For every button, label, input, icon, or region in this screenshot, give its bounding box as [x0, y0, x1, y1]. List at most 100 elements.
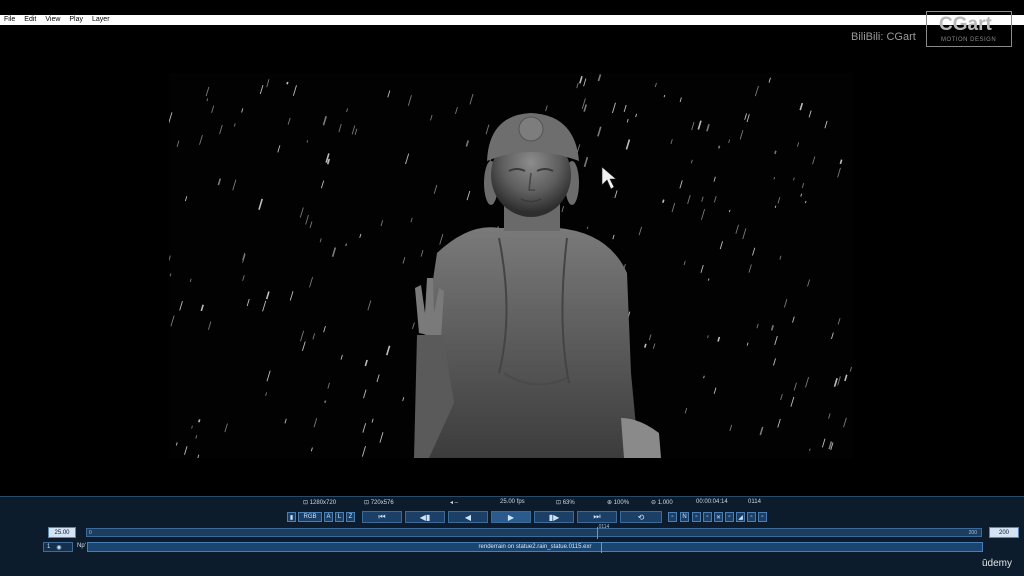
view-option-1-icon[interactable]: ▫: [668, 512, 677, 522]
rain-streak: [367, 300, 372, 311]
menu-layer[interactable]: Layer: [92, 15, 110, 25]
image-viewer[interactable]: [169, 73, 853, 458]
channel-l-button[interactable]: L: [335, 512, 344, 522]
rain-streak: [292, 85, 297, 96]
rain-streak: [746, 342, 749, 346]
view-option-8-icon[interactable]: ▫: [747, 512, 756, 522]
rain-streak: [301, 341, 306, 351]
rain-streak: [697, 120, 702, 130]
rain-streak: [363, 389, 367, 399]
layer-clip[interactable]: renderrain on statue2.rain_statue.0115.e…: [87, 542, 983, 553]
rain-streak: [189, 278, 192, 283]
rain-streak: [849, 366, 852, 372]
layer-np-label: Np': [77, 543, 86, 549]
player-panel: ⊡ 1280x720 ⊡ 720x576 ◂ ‒ 25.00 fps ⊡ 63%…: [0, 496, 1024, 576]
layer-row: 1 ◉ Np' renderrain on statue2.rain_statu…: [0, 542, 1024, 553]
rain-streak: [690, 159, 693, 164]
rain-streak: [837, 318, 841, 325]
rain-streak: [654, 82, 657, 88]
rain-streak: [184, 196, 188, 202]
rain-streak: [380, 220, 384, 227]
view-option-2-icon[interactable]: N: [680, 512, 689, 522]
rain-streak: [729, 424, 733, 431]
rain-streak: [614, 190, 618, 199]
rain-streak: [808, 110, 812, 118]
rain-streak: [198, 419, 201, 423]
rain-streak: [319, 238, 322, 243]
rain-streak: [266, 79, 270, 88]
layer-index[interactable]: 1 ◉: [43, 542, 73, 552]
rain-streak: [663, 94, 666, 98]
rain-streak: [717, 145, 721, 149]
timeline-track[interactable]: 0 200 0114: [86, 524, 982, 539]
rain-streak: [728, 139, 731, 144]
view-option-4-icon[interactable]: ▫: [703, 512, 712, 522]
rain-streak: [466, 190, 471, 201]
eye-icon[interactable]: ◉: [56, 544, 61, 551]
rain-streak: [796, 142, 800, 147]
rain-streak: [207, 321, 212, 330]
rain-streak: [684, 407, 688, 414]
rain-streak: [387, 90, 391, 98]
view-option-3-icon[interactable]: ▫: [692, 512, 701, 522]
channel-toggle-icon[interactable]: ▮: [287, 512, 296, 522]
rain-streak: [331, 247, 337, 257]
view-option-7-icon[interactable]: ◢: [736, 512, 745, 522]
rain-streak: [233, 123, 236, 127]
menu-play[interactable]: Play: [69, 15, 83, 25]
rain-streak: [691, 121, 695, 131]
loop-button[interactable]: ⟲: [620, 511, 662, 523]
rain-streak: [305, 214, 309, 225]
rain-streak: [742, 228, 747, 240]
first-frame-button[interactable]: ⏮: [362, 511, 402, 523]
view-option-6-icon[interactable]: ▫: [725, 512, 734, 522]
menu-edit[interactable]: Edit: [24, 15, 36, 25]
channel-rgb-button[interactable]: RGB: [298, 512, 322, 522]
rain-streak: [837, 167, 841, 178]
rain-streak: [774, 150, 777, 155]
rain-streak: [289, 291, 294, 301]
menu-file[interactable]: File: [4, 15, 15, 25]
channel-z-button[interactable]: Z: [346, 512, 355, 522]
udemy-logo: ūdemy: [982, 558, 1013, 569]
rain-streak: [179, 300, 183, 311]
menu-view[interactable]: View: [45, 15, 60, 25]
play-backward-button[interactable]: ◀: [448, 511, 488, 523]
rain-streak: [792, 316, 795, 323]
rain-streak: [679, 97, 682, 103]
rain-streak: [206, 98, 209, 102]
timeline-playhead[interactable]: [596, 527, 598, 539]
rain-streak: [176, 140, 180, 147]
playhead-label: 0114: [598, 524, 610, 530]
rain-streak: [312, 333, 316, 340]
menu-bar: File Edit View Play Layer: [0, 15, 1024, 25]
rain-streak: [577, 144, 581, 153]
rain-streak: [812, 156, 816, 165]
last-frame-button[interactable]: ⏭: [577, 511, 617, 523]
rain-streak: [793, 382, 797, 391]
play-button[interactable]: ▶: [491, 511, 531, 523]
rain-streak: [324, 400, 327, 403]
rain-streak: [626, 118, 629, 123]
previous-frame-button[interactable]: ◀▮: [405, 511, 445, 523]
rain-streak: [777, 197, 781, 204]
rain-streak: [320, 180, 325, 189]
rain-streak: [717, 336, 721, 342]
rain-streak: [821, 438, 826, 448]
rain-streak: [407, 95, 412, 106]
view-option-5-icon[interactable]: ✕: [714, 512, 723, 522]
end-frame-field[interactable]: 200: [989, 527, 1019, 538]
rain-streak: [713, 387, 717, 394]
start-frame-field[interactable]: 25.00: [48, 527, 76, 538]
rain-streak: [195, 435, 198, 439]
rain-streak: [735, 224, 739, 234]
next-frame-button[interactable]: ▮▶: [534, 511, 574, 523]
rain-streak: [583, 104, 588, 112]
channel-a-button[interactable]: A: [324, 512, 333, 522]
view-option-9-icon[interactable]: ▫: [758, 512, 767, 522]
rain-streak: [262, 300, 267, 312]
rain-streak: [713, 196, 717, 203]
rain-streak: [277, 145, 281, 153]
rain-streak: [217, 178, 222, 186]
rain-streak: [635, 113, 638, 118]
